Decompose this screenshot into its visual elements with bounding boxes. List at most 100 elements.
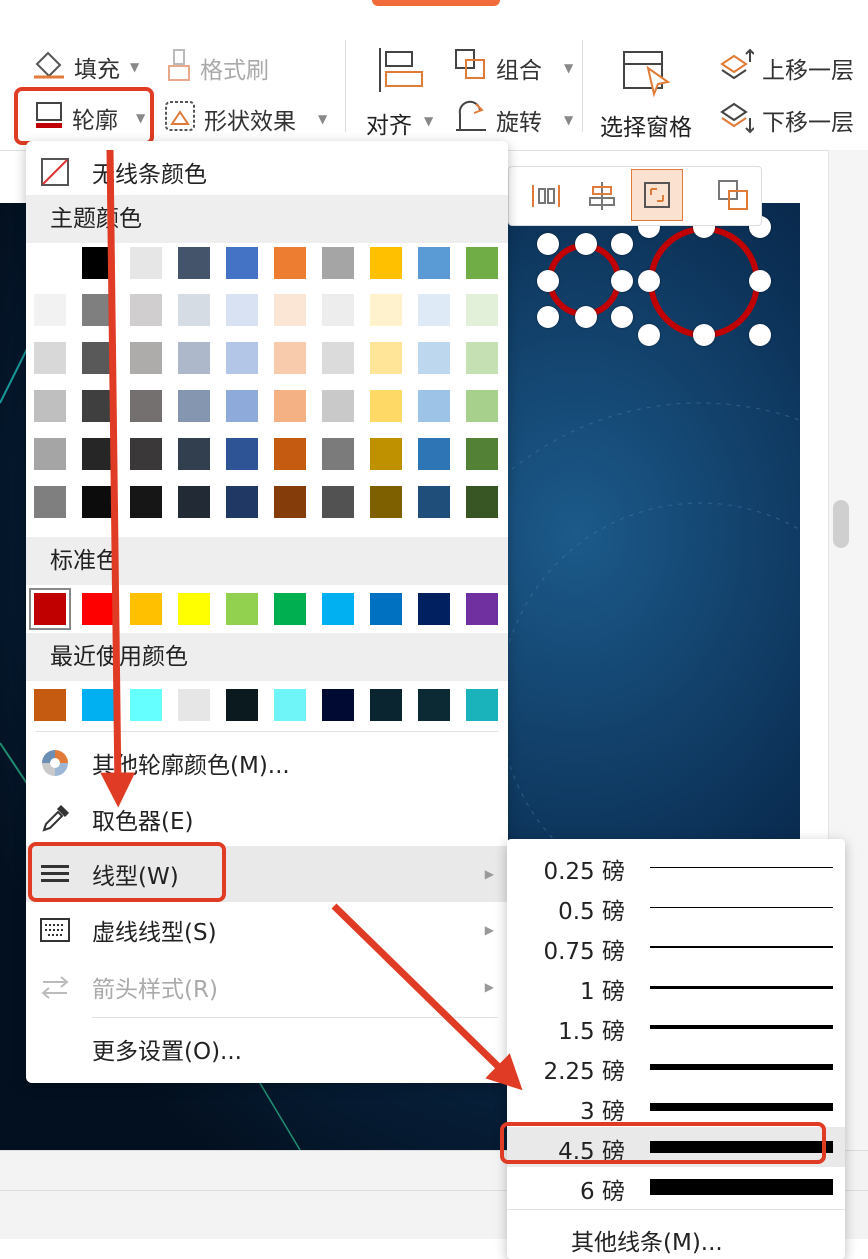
eyedropper-item[interactable]: 取色器(E) bbox=[26, 793, 508, 845]
theme-color-swatch[interactable] bbox=[274, 294, 306, 326]
standard-color-swatch[interactable] bbox=[274, 593, 306, 625]
theme-color-swatch[interactable] bbox=[418, 342, 450, 374]
selection-handle[interactable] bbox=[537, 306, 559, 328]
chevron-down-icon[interactable]: ▼ bbox=[564, 113, 573, 127]
standard-color-swatch[interactable] bbox=[130, 593, 162, 625]
theme-color-swatch[interactable] bbox=[274, 390, 306, 422]
selection-handle[interactable] bbox=[575, 306, 597, 328]
crop-fit-icon[interactable] bbox=[631, 169, 683, 221]
selection-handle[interactable] bbox=[693, 324, 715, 346]
line-weight-option[interactable]: 1 磅 bbox=[507, 967, 845, 1007]
theme-color-swatch[interactable] bbox=[82, 294, 114, 326]
theme-color-swatch[interactable] bbox=[466, 294, 498, 326]
theme-color-swatch[interactable] bbox=[82, 390, 114, 422]
theme-color-swatch[interactable] bbox=[178, 390, 210, 422]
line-weight-option[interactable]: 0.5 磅 bbox=[507, 887, 845, 927]
no-line-color-item[interactable]: 无线条颜色 bbox=[26, 147, 508, 197]
recent-color-swatch[interactable] bbox=[322, 689, 354, 721]
theme-color-swatch[interactable] bbox=[226, 342, 258, 374]
theme-color-swatch[interactable] bbox=[34, 294, 66, 326]
theme-color-swatch[interactable] bbox=[34, 438, 66, 470]
theme-color-swatch[interactable] bbox=[82, 342, 114, 374]
theme-color-swatch[interactable] bbox=[130, 486, 162, 518]
standard-color-swatch[interactable] bbox=[418, 593, 450, 625]
theme-color-swatch[interactable] bbox=[370, 438, 402, 470]
selection-handle[interactable] bbox=[749, 324, 771, 346]
theme-color-swatch[interactable] bbox=[466, 438, 498, 470]
selected-shape-large-circle[interactable] bbox=[648, 226, 760, 338]
recent-color-swatch[interactable] bbox=[178, 689, 210, 721]
theme-color-swatch[interactable] bbox=[82, 438, 114, 470]
theme-color-swatch[interactable] bbox=[130, 390, 162, 422]
standard-color-swatch[interactable] bbox=[226, 593, 258, 625]
chevron-down-icon[interactable]: ▼ bbox=[564, 61, 573, 75]
theme-color-swatch[interactable] bbox=[370, 294, 402, 326]
theme-color-swatch[interactable] bbox=[418, 247, 450, 279]
theme-color-swatch[interactable] bbox=[130, 247, 162, 279]
theme-color-swatch[interactable] bbox=[370, 247, 402, 279]
theme-color-swatch[interactable] bbox=[130, 342, 162, 374]
theme-color-swatch[interactable] bbox=[274, 247, 306, 279]
recent-color-swatch[interactable] bbox=[418, 689, 450, 721]
standard-color-swatch[interactable] bbox=[466, 593, 498, 625]
format-brush-button[interactable]: 格式刷 bbox=[166, 48, 269, 88]
line-weight-option[interactable]: 0.25 磅 bbox=[507, 847, 845, 887]
standard-color-swatch[interactable] bbox=[29, 588, 71, 630]
theme-color-swatch[interactable] bbox=[178, 486, 210, 518]
theme-color-swatch[interactable] bbox=[466, 486, 498, 518]
line-weight-option[interactable]: 2.25 磅 bbox=[507, 1047, 845, 1087]
theme-color-swatch[interactable] bbox=[370, 390, 402, 422]
theme-color-swatch[interactable] bbox=[322, 247, 354, 279]
recent-color-swatch[interactable] bbox=[274, 689, 306, 721]
align-button[interactable]: 对齐 ▼ bbox=[366, 46, 438, 139]
theme-color-swatch[interactable] bbox=[466, 247, 498, 279]
selection-pane-button[interactable]: 选择窗格 bbox=[598, 46, 698, 142]
selection-handle[interactable] bbox=[611, 233, 633, 255]
line-weight-option[interactable]: 6 磅 bbox=[507, 1167, 845, 1207]
theme-color-swatch[interactable] bbox=[130, 438, 162, 470]
theme-color-swatch[interactable] bbox=[370, 342, 402, 374]
theme-color-swatch[interactable] bbox=[466, 342, 498, 374]
theme-color-swatch[interactable] bbox=[418, 486, 450, 518]
chevron-down-icon[interactable]: ▼ bbox=[130, 60, 139, 74]
other-lines-item[interactable]: 其他线条(M)... bbox=[571, 1223, 723, 1257]
theme-color-swatch[interactable] bbox=[418, 438, 450, 470]
theme-color-swatch[interactable] bbox=[226, 390, 258, 422]
recent-color-swatch[interactable] bbox=[466, 689, 498, 721]
theme-color-swatch[interactable] bbox=[82, 486, 114, 518]
theme-color-swatch[interactable] bbox=[226, 486, 258, 518]
shape-effects-button[interactable]: 形状效果 ▼ bbox=[164, 100, 327, 138]
scrollbar-thumb[interactable] bbox=[833, 500, 849, 548]
theme-color-swatch[interactable] bbox=[418, 294, 450, 326]
theme-color-swatch[interactable] bbox=[34, 247, 66, 279]
standard-color-swatch[interactable] bbox=[370, 593, 402, 625]
line-weight-option[interactable]: 1.5 磅 bbox=[507, 1007, 845, 1047]
more-outline-colors-item[interactable]: 其他轮廓颜色(M)... bbox=[26, 737, 508, 789]
standard-color-swatch[interactable] bbox=[178, 593, 210, 625]
theme-color-swatch[interactable] bbox=[34, 342, 66, 374]
selection-handle[interactable] bbox=[638, 270, 660, 292]
theme-color-swatch[interactable] bbox=[322, 294, 354, 326]
selection-handle[interactable] bbox=[611, 270, 633, 292]
theme-color-swatch[interactable] bbox=[82, 247, 114, 279]
selection-handle[interactable] bbox=[575, 233, 597, 255]
group-icon[interactable] bbox=[717, 179, 749, 215]
theme-color-swatch[interactable] bbox=[34, 390, 66, 422]
selection-handle[interactable] bbox=[749, 270, 771, 292]
rotate-button[interactable]: 旋转 ▼ bbox=[454, 100, 573, 140]
theme-color-swatch[interactable] bbox=[178, 438, 210, 470]
recent-color-swatch[interactable] bbox=[226, 689, 258, 721]
distribute-horizontal-icon[interactable] bbox=[531, 183, 561, 213]
selection-handle[interactable] bbox=[638, 324, 660, 346]
theme-color-swatch[interactable] bbox=[34, 486, 66, 518]
recent-color-swatch[interactable] bbox=[130, 689, 162, 721]
line-weight-option[interactable]: 0.75 磅 bbox=[507, 927, 845, 967]
bring-forward-button[interactable]: 上移一层 bbox=[718, 48, 854, 88]
theme-color-swatch[interactable] bbox=[274, 342, 306, 374]
theme-color-swatch[interactable] bbox=[178, 294, 210, 326]
theme-color-swatch[interactable] bbox=[130, 294, 162, 326]
theme-color-swatch[interactable] bbox=[322, 438, 354, 470]
selection-handle[interactable] bbox=[611, 306, 633, 328]
send-backward-button[interactable]: 下移一层 bbox=[718, 100, 854, 140]
more-settings-item[interactable]: 更多设置(O)... bbox=[26, 1023, 508, 1075]
